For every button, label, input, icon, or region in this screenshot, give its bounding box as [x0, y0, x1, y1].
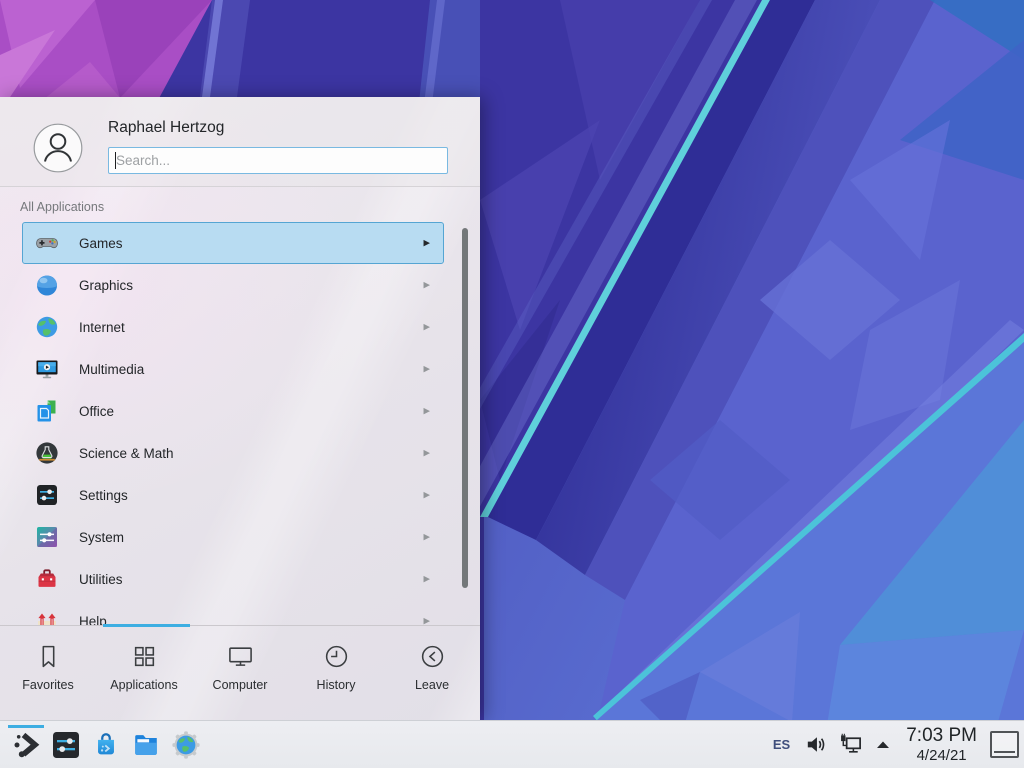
tab-label: Applications	[110, 678, 177, 692]
category-games[interactable]: Games ▸	[22, 222, 444, 264]
tab-label: Leave	[415, 678, 449, 692]
category-help[interactable]: Help ▸	[22, 600, 444, 625]
category-office[interactable]: Office ▸	[22, 390, 444, 432]
category-label: Graphics	[79, 278, 133, 293]
monitor-play-icon	[35, 357, 59, 381]
application-launcher-button[interactable]	[6, 721, 46, 768]
taskbar-panel: ES 7:03 PM 4/24/21	[0, 720, 1024, 768]
discover-button[interactable]	[86, 721, 126, 768]
submenu-arrow-icon: ▸	[423, 318, 430, 334]
search-input[interactable]	[108, 147, 448, 174]
category-label: Utilities	[79, 572, 123, 587]
submenu-arrow-icon: ▸	[423, 444, 430, 460]
tab-label: Favorites	[22, 678, 73, 692]
submenu-arrow-icon: ▸	[423, 570, 430, 586]
system-settings-icon	[50, 729, 82, 761]
category-graphics[interactable]: Graphics ▸	[22, 264, 444, 306]
expand-tray-icon[interactable]	[874, 736, 892, 754]
web-browser-button[interactable]	[166, 721, 206, 768]
submenu-arrow-icon: ▸	[423, 402, 430, 418]
leave-circle-icon	[419, 643, 446, 670]
blue-ball-icon	[35, 273, 59, 297]
application-category-list: Games ▸ Graphics ▸ Intern	[0, 217, 480, 625]
app-grid-icon	[131, 643, 158, 670]
category-label: Multimedia	[79, 362, 144, 377]
application-launcher-menu: Raphael Hertzog All Applications Games ▸	[0, 97, 480, 720]
category-label: Games	[79, 236, 123, 251]
user-avatar-icon[interactable]	[33, 123, 83, 173]
tab-favorites[interactable]: Favorites	[0, 628, 96, 720]
help-arrows-icon	[35, 609, 59, 625]
flask-icon	[35, 441, 59, 465]
submenu-arrow-icon: ▸	[423, 234, 430, 250]
system-tray: ES 7:03 PM 4/24/21	[765, 721, 1024, 768]
tab-label: History	[317, 678, 356, 692]
sliders-dark-icon	[35, 483, 59, 507]
category-label: Office	[79, 404, 114, 419]
gamepad-icon	[35, 231, 59, 255]
globe-icon	[35, 315, 59, 339]
category-label: System	[79, 530, 124, 545]
section-label: All Applications	[20, 200, 104, 214]
category-system[interactable]: System ▸	[22, 516, 444, 558]
blue-folder-icon	[131, 730, 161, 760]
category-utilities[interactable]: Utilities ▸	[22, 558, 444, 600]
text-cursor	[115, 152, 116, 169]
history-clock-icon	[323, 643, 350, 670]
submenu-arrow-icon: ▸	[423, 528, 430, 544]
computer-icon	[227, 643, 254, 670]
volume-icon[interactable]	[803, 732, 828, 757]
list-scrollbar[interactable]	[462, 228, 468, 588]
submenu-arrow-icon: ▸	[423, 276, 430, 292]
category-label: Settings	[79, 488, 128, 503]
category-multimedia[interactable]: Multimedia ▸	[22, 348, 444, 390]
category-label: Internet	[79, 320, 125, 335]
category-label: Science & Math	[79, 446, 174, 461]
tab-label: Computer	[213, 678, 268, 692]
desktop: Raphael Hertzog All Applications Games ▸	[0, 0, 1024, 768]
kde-kicker-icon	[10, 729, 42, 761]
category-settings[interactable]: Settings ▸	[22, 474, 444, 516]
toolbox-icon	[35, 567, 59, 591]
system-settings-button[interactable]	[46, 721, 86, 768]
submenu-arrow-icon: ▸	[423, 360, 430, 376]
active-task-indicator	[8, 725, 44, 728]
globe-gear-icon	[171, 730, 201, 760]
tab-leave[interactable]: Leave	[384, 628, 480, 720]
taskbar-launchers	[0, 721, 206, 768]
sliders-gradient-icon	[35, 525, 59, 549]
active-tab-indicator	[103, 624, 190, 627]
user-name: Raphael Hertzog	[108, 119, 224, 137]
submenu-arrow-icon: ▸	[423, 486, 430, 502]
documents-icon	[35, 399, 59, 423]
digital-clock[interactable]: 7:03 PM 4/24/21	[906, 726, 977, 763]
tab-applications[interactable]: Applications	[96, 628, 192, 720]
file-manager-button[interactable]	[126, 721, 166, 768]
network-icon[interactable]	[838, 732, 863, 757]
show-desktop-button[interactable]	[990, 731, 1019, 758]
keyboard-layout-indicator[interactable]: ES	[773, 737, 790, 752]
tab-history[interactable]: History	[288, 628, 384, 720]
tab-computer[interactable]: Computer	[192, 628, 288, 720]
discover-bag-icon	[91, 730, 121, 760]
bookmark-icon	[35, 643, 62, 670]
tabbar-separator	[0, 625, 480, 626]
clock-time: 7:03 PM	[906, 726, 977, 745]
launcher-tabbar: Favorites Applications	[0, 628, 480, 720]
launcher-header: Raphael Hertzog	[0, 97, 480, 187]
submenu-arrow-icon: ▸	[423, 612, 430, 625]
category-science-math[interactable]: Science & Math ▸	[22, 432, 444, 474]
clock-date: 4/24/21	[906, 748, 977, 763]
category-internet[interactable]: Internet ▸	[22, 306, 444, 348]
